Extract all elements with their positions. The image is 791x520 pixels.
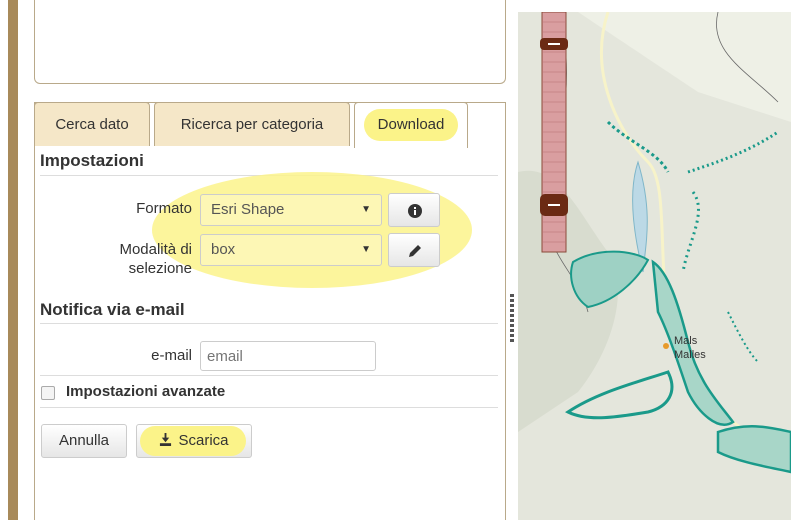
caret-down-icon: ▼: [361, 244, 371, 255]
advanced-settings-label: Impostazioni avanzate: [66, 383, 226, 400]
pencil-icon: [409, 245, 421, 257]
tab-download[interactable]: Download: [354, 102, 468, 148]
email-section-title: Notifica via e-mail: [40, 300, 185, 319]
map-label-mals: Mals: [674, 335, 698, 347]
advanced-settings-checkbox[interactable]: [41, 386, 55, 400]
map-canvas: Mals Malles: [518, 12, 791, 520]
divider: [40, 375, 498, 376]
format-select[interactable]: Esri Shape ▼: [200, 194, 382, 226]
info-icon: [408, 204, 422, 218]
divider: [40, 323, 498, 324]
email-input[interactable]: [200, 341, 376, 371]
tab-bar: Cerca dato Ricerca per categoria Downloa…: [34, 102, 506, 148]
panel-resize-handle[interactable]: [509, 294, 515, 344]
divider: [40, 407, 498, 408]
tab-label: Download: [363, 109, 459, 141]
selection-mode-select[interactable]: box ▼: [200, 234, 382, 266]
settings-title: Impostazioni: [40, 151, 144, 170]
results-textarea[interactable]: [34, 0, 506, 84]
map-label-malles: Malles: [674, 349, 706, 361]
highlight-annotation: [152, 172, 472, 288]
tab-cerca-dato[interactable]: Cerca dato: [34, 102, 150, 146]
selection-mode-label-line1: Modalità di: [119, 241, 192, 258]
selection-mode-label-line2: selezione: [128, 260, 192, 277]
selection-selected-value: box: [211, 241, 236, 258]
format-info-button[interactable]: [388, 193, 440, 227]
format-label: Formato: [136, 200, 192, 217]
selection-edit-button[interactable]: [388, 233, 440, 267]
format-selected-value: Esri Shape: [211, 201, 285, 218]
cancel-button[interactable]: Annulla: [41, 424, 127, 458]
email-label: e-mail: [151, 347, 192, 364]
left-border-bar: [8, 0, 18, 520]
tab-label: Ricerca per categoria: [180, 116, 324, 133]
map-view[interactable]: Mals Malles: [518, 12, 791, 520]
tab-ricerca-categoria[interactable]: Ricerca per categoria: [154, 102, 350, 146]
download-highlight: [140, 426, 246, 456]
selection-mode-label: Modalità di selezione: [72, 240, 192, 278]
left-panel: Cerca dato Ricerca per categoria Downloa…: [22, 0, 518, 520]
tab-label: Cerca dato: [55, 116, 129, 133]
caret-down-icon: ▼: [361, 204, 371, 215]
